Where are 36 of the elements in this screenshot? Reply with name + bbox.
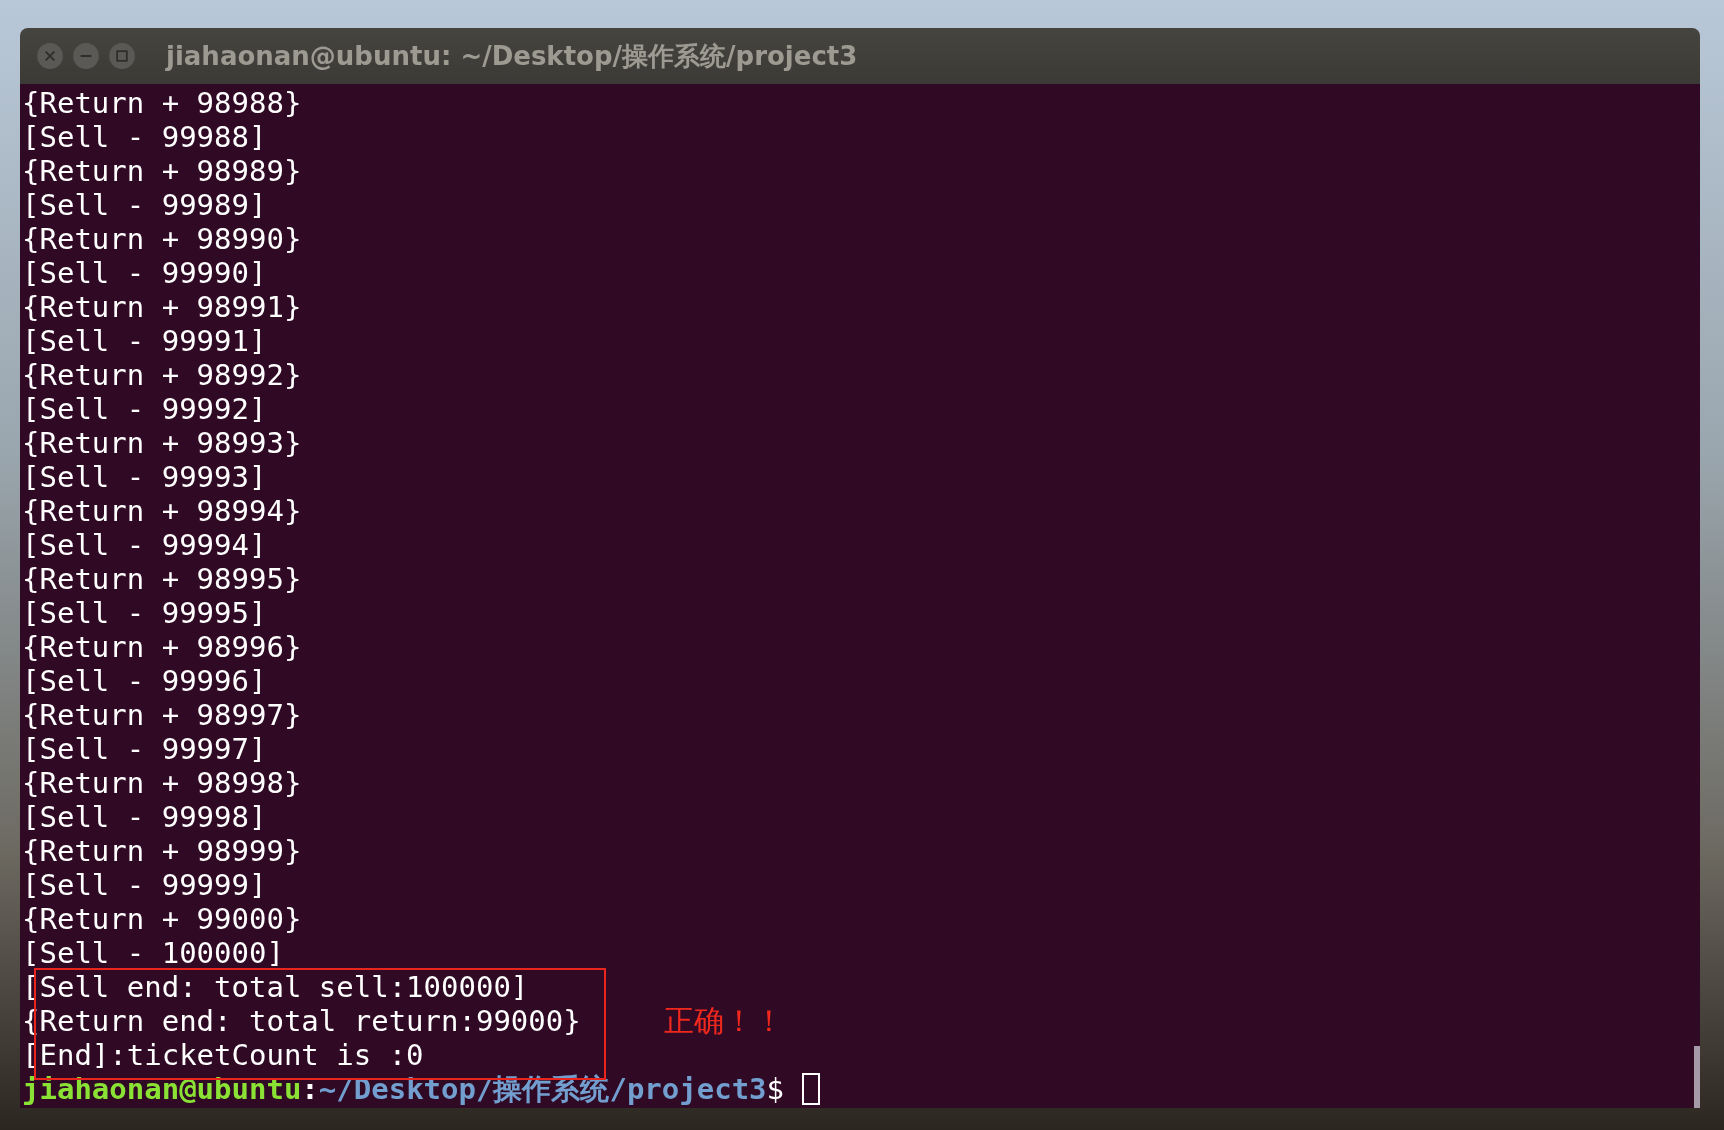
output-line: {Return + 98988} [22, 86, 302, 120]
prompt-symbol: $ [766, 1072, 785, 1106]
text-cursor [802, 1073, 821, 1105]
output-line: [Sell - 99996] [22, 664, 267, 698]
output-line: [Sell - 99997] [22, 732, 267, 766]
output-line: [Sell - 99994] [22, 528, 267, 562]
output-line: {Return + 99000} [22, 902, 302, 936]
output-line: {Return + 98996} [22, 630, 302, 664]
minimize-icon[interactable] [72, 42, 100, 70]
output-line: {Return + 98997} [22, 698, 302, 732]
output-line: {Return + 98998} [22, 766, 302, 800]
output-line: {Return + 98989} [22, 154, 302, 188]
output-line: {Return + 98991} [22, 290, 302, 324]
output-line: {Return + 98990} [22, 222, 302, 256]
scrollbar-thumb[interactable] [1694, 1046, 1700, 1108]
output-line: {Return + 98994} [22, 494, 302, 528]
output-line: {Return + 98999} [22, 834, 302, 868]
output-line: [Sell - 100000] [22, 936, 284, 970]
output-line: [Sell - 99989] [22, 188, 267, 222]
output-line: {Return + 98995} [22, 562, 302, 596]
output-line: [Sell - 99998] [22, 800, 267, 834]
output-line: {Return + 98993} [22, 426, 302, 460]
annotation-text: 正确！！ [664, 1004, 784, 1038]
prompt-separator: : [301, 1072, 319, 1106]
output-line: [Sell - 99999] [22, 868, 267, 902]
output-line: [Sell - 99988] [22, 120, 267, 154]
output-line: {Return + 98992} [22, 358, 302, 392]
prompt-user-host: jiahaonan@ubuntu [22, 1072, 302, 1106]
close-icon[interactable] [36, 42, 64, 70]
output-line: [Sell - 99991] [22, 324, 267, 358]
maximize-icon[interactable] [108, 42, 136, 70]
output-line: [Sell - 99992] [22, 392, 267, 426]
output-line: [Sell - 99993] [22, 460, 267, 494]
window-title: jiahaonan@ubuntu: ~/Desktop/操作系统/project3 [166, 39, 858, 73]
output-line: [Sell - 99995] [22, 596, 267, 630]
output-line: [Sell - 99990] [22, 256, 267, 290]
